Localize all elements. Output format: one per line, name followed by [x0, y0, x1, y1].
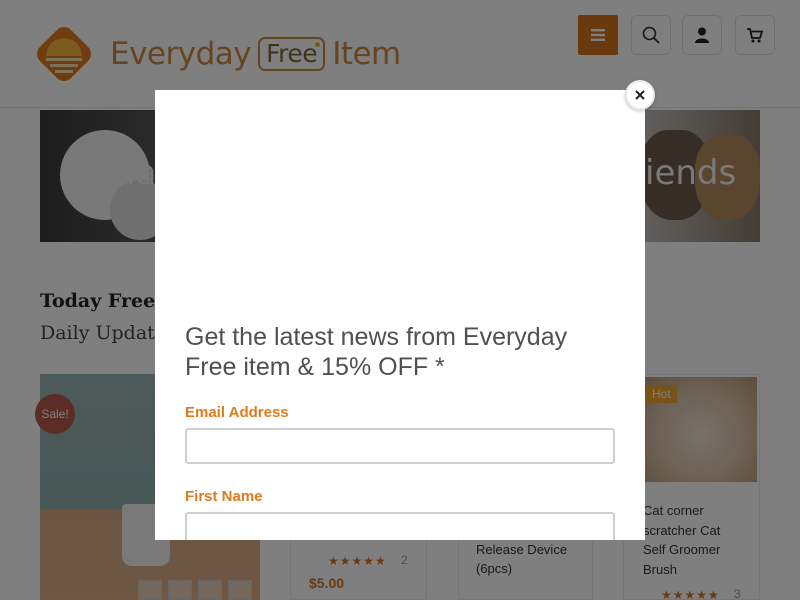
close-popup-button[interactable]: [625, 80, 655, 110]
email-field[interactable]: [185, 428, 615, 464]
first-name-field[interactable]: [185, 512, 615, 540]
newsletter-popup: Get the latest news from Everyday Free i…: [155, 90, 645, 540]
first-name-label: First Name: [185, 488, 263, 505]
popup-heading: Get the latest news from Everyday Free i…: [185, 323, 568, 381]
close-icon: [635, 90, 645, 100]
email-label: Email Address: [185, 404, 289, 421]
